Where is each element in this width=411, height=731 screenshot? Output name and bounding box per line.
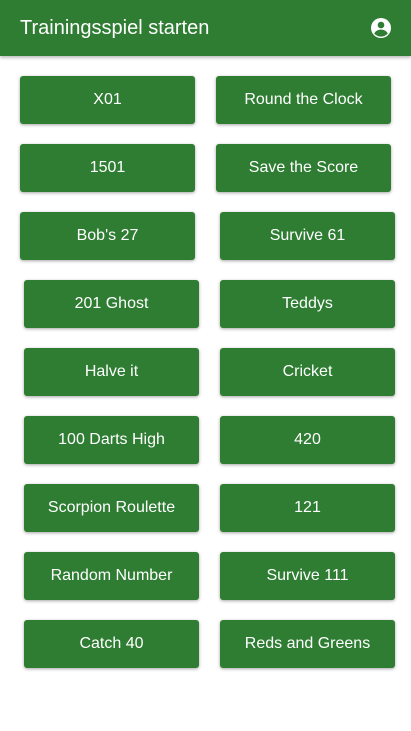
game-button-cricket[interactable]: Cricket xyxy=(220,348,395,396)
game-button-survive-61[interactable]: Survive 61 xyxy=(220,212,395,260)
game-button-random-number[interactable]: Random Number xyxy=(24,552,199,600)
game-button-halve-it[interactable]: Halve it xyxy=(24,348,199,396)
app-bar: Trainingsspiel starten xyxy=(0,0,411,56)
game-button-scorpion-roulette[interactable]: Scorpion Roulette xyxy=(24,484,199,532)
game-button-catch-40[interactable]: Catch 40 xyxy=(24,620,199,668)
game-button-420[interactable]: 420 xyxy=(220,416,395,464)
page-title: Trainingsspiel starten xyxy=(20,17,210,39)
account-circle-icon[interactable] xyxy=(369,16,393,40)
game-button-1501[interactable]: 1501 xyxy=(20,144,195,192)
game-button-teddys[interactable]: Teddys xyxy=(220,280,395,328)
game-button-survive-111[interactable]: Survive 111 xyxy=(220,552,395,600)
game-button-121[interactable]: 121 xyxy=(220,484,395,532)
game-button-round-the-clock[interactable]: Round the Clock xyxy=(216,76,391,124)
game-button-100-darts-high[interactable]: 100 Darts High xyxy=(24,416,199,464)
training-game-screen: Trainingsspiel starten X01 Round the Clo… xyxy=(0,0,411,731)
game-button-x01[interactable]: X01 xyxy=(20,76,195,124)
game-button-save-the-score[interactable]: Save the Score xyxy=(216,144,391,192)
game-button-reds-and-greens[interactable]: Reds and Greens xyxy=(220,620,395,668)
game-button-bobs-27[interactable]: Bob's 27 xyxy=(20,212,195,260)
game-button-201-ghost[interactable]: 201 Ghost xyxy=(24,280,199,328)
